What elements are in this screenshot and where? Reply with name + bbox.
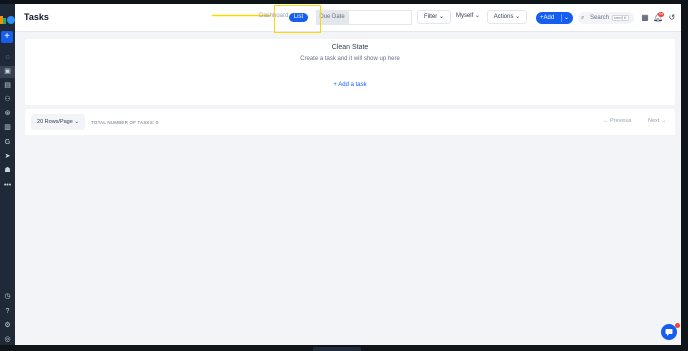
kbd-k: K bbox=[622, 15, 629, 21]
search-icon: ⌕ bbox=[581, 15, 585, 21]
sidebar-reporting-icon[interactable]: ▥ bbox=[0, 122, 15, 134]
page-title: Tasks bbox=[24, 12, 49, 22]
myself-button[interactable]: Myself ⌄ bbox=[453, 10, 483, 24]
history-icon[interactable]: ↺ bbox=[667, 13, 677, 23]
filter-label: Filter bbox=[423, 14, 438, 20]
add-button[interactable]: +Add ⌄ bbox=[536, 12, 573, 24]
sidebar-settings-icon[interactable]: ⚙ bbox=[0, 320, 15, 332]
previous-button[interactable]: ← Previous bbox=[603, 118, 631, 124]
myself-label: Myself bbox=[455, 13, 474, 19]
pagination-bar: 20 Rows/Page ⌄ TOTAL NUMBER OF TASKS: 0 … bbox=[25, 109, 675, 135]
sidebar-account-icon[interactable]: ◎ bbox=[0, 334, 15, 346]
app-frame: + ◌ ▣ ▤ ⚇ ⊛ ▥ G ➤ ☗ ••• ◷ ? ⚙ ◎ Tasks Da… bbox=[0, 0, 688, 351]
next-button[interactable]: Next → bbox=[648, 118, 666, 124]
sidebar-contacts-icon[interactable]: ▤ bbox=[0, 80, 15, 92]
next-label: Next bbox=[648, 118, 660, 124]
search-input[interactable]: ⌕ Search cmd K bbox=[578, 12, 634, 24]
sidebar-calendar-icon[interactable]: ▣ bbox=[0, 66, 15, 78]
actions-label: Actions bbox=[493, 14, 514, 20]
sidebar-users-icon[interactable]: ⚇ bbox=[0, 94, 15, 106]
chevron-down-icon[interactable]: ⌄ bbox=[564, 12, 569, 24]
arrow-left-icon: ← bbox=[603, 118, 611, 124]
sidebar: + ◌ ▣ ▤ ⚇ ⊛ ▥ G ➤ ☗ ••• ◷ ? ⚙ ◎ bbox=[0, 4, 15, 345]
sidebar-marketing-icon[interactable]: ➤ bbox=[0, 151, 15, 163]
actions-button[interactable]: Actions ⌄ bbox=[487, 10, 527, 24]
filter-button[interactable]: Filter ⌄ bbox=[417, 10, 451, 24]
bottom-handle bbox=[313, 347, 361, 351]
sidebar-reputation-icon[interactable]: ☗ bbox=[0, 165, 15, 177]
search-placeholder: Search bbox=[590, 15, 610, 21]
create-plus-button[interactable]: + bbox=[1, 31, 13, 43]
add-label: +Add bbox=[540, 15, 555, 21]
add-task-link[interactable]: + Add a task bbox=[25, 82, 675, 88]
sidebar-launchpad-icon[interactable]: ◌ bbox=[0, 52, 15, 64]
sidebar-more-icon[interactable]: ••• bbox=[0, 180, 15, 192]
blank-input-box[interactable] bbox=[348, 10, 412, 25]
empty-state-title: Clean State bbox=[331, 44, 369, 51]
chevron-down-icon: ⌄ bbox=[438, 14, 445, 20]
empty-state-card: Clean State Create a task and it will sh… bbox=[25, 39, 675, 105]
rows-per-page-label: 20 Rows/Page bbox=[37, 119, 73, 125]
rows-per-page-select[interactable]: 20 Rows/Page ⌄ bbox=[31, 114, 85, 130]
notification-badge: 44 bbox=[658, 12, 664, 17]
annotation-highlight-box bbox=[274, 5, 321, 33]
total-tasks-label: TOTAL NUMBER OF TASKS: 0 bbox=[91, 120, 159, 125]
chat-badge bbox=[675, 323, 680, 328]
calculator-icon[interactable]: ▦ bbox=[640, 13, 650, 23]
sidebar-history-icon[interactable]: ◷ bbox=[0, 291, 15, 303]
chevron-down-icon: ⌄ bbox=[74, 119, 79, 125]
sidebar-help-icon[interactable]: ? bbox=[0, 306, 15, 318]
chevron-down-icon: ⌄ bbox=[474, 13, 481, 19]
sidebar-google-icon[interactable]: G bbox=[0, 137, 15, 149]
empty-state-subtitle: Create a task and it will show up here bbox=[300, 56, 400, 62]
sidebar-opportunities-icon[interactable]: ⊛ bbox=[0, 108, 15, 120]
add-button-divider bbox=[561, 14, 562, 22]
app-logo-icon bbox=[0, 16, 15, 24]
main-app: Tasks Dashboard List Due Date Filter ⌄ M… bbox=[15, 4, 681, 345]
previous-label: Previous bbox=[610, 118, 632, 124]
top-bar: Tasks Dashboard List Due Date Filter ⌄ M… bbox=[15, 4, 681, 33]
chevron-down-icon: ⌄ bbox=[515, 14, 521, 20]
arrow-right-icon: → bbox=[659, 118, 667, 124]
